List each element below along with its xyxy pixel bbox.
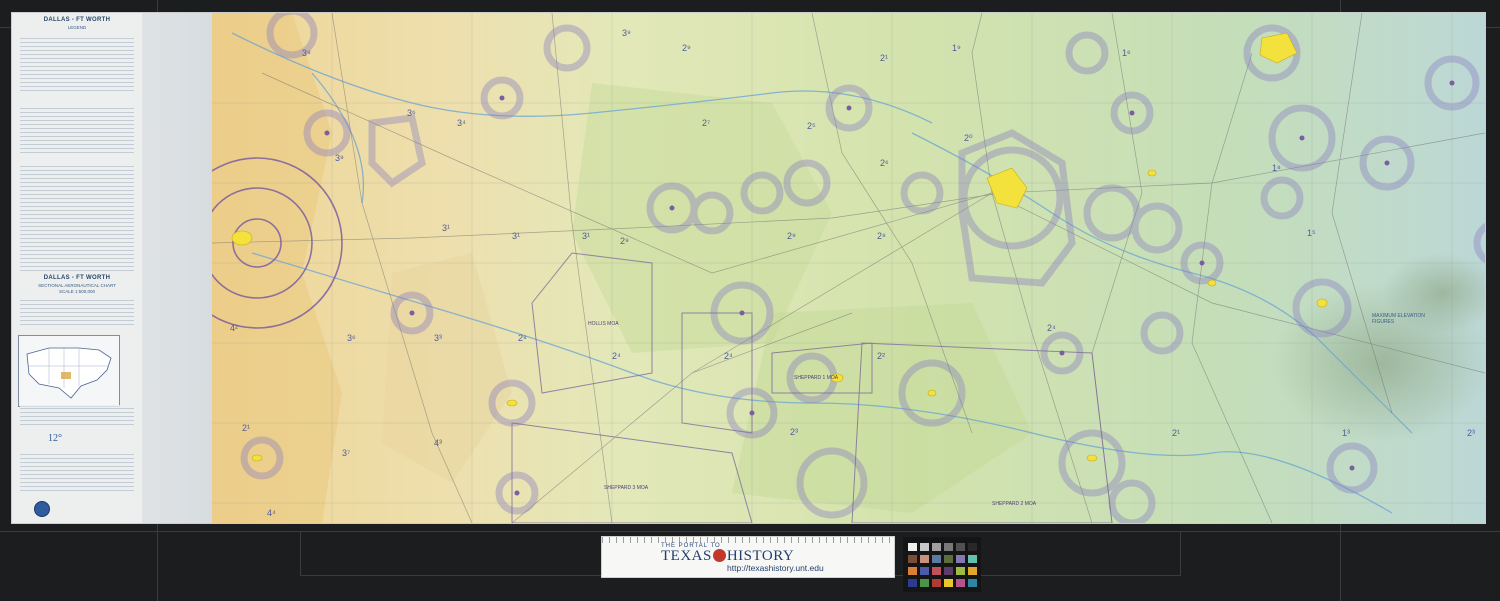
portal-word-history: HISTORY xyxy=(726,548,795,564)
swatch xyxy=(956,579,965,587)
elevation-figure: 2⁹ xyxy=(787,231,796,241)
elevation-figure: 2⁹ xyxy=(620,236,629,246)
swatch xyxy=(944,555,953,563)
chart-scale: SCALE 1:500,000 xyxy=(58,289,96,294)
elevation-figure: 2⁴ xyxy=(724,351,733,361)
moa-label: SHEPPARD 3 MOA xyxy=(604,485,649,491)
legend-symbol-block xyxy=(20,163,134,273)
swatch xyxy=(908,567,917,575)
moa-label: HOLLIS MOA xyxy=(588,321,619,327)
elevation-figure: 1³ xyxy=(1342,428,1351,438)
chart-subtitle: SECTIONAL AERONAUTICAL CHART xyxy=(38,283,116,288)
elevation-figure: 3⁹ xyxy=(622,28,631,38)
swatch xyxy=(944,579,953,587)
elevation-figure: 3⁶ xyxy=(407,108,416,118)
sectional-map: HOLLIS MOA SHEPPARD 2 MOA SHEPPARD 1 MOA… xyxy=(212,13,1485,523)
chart-title: DALLAS - FT WORTH xyxy=(43,275,111,281)
elevation-figure: 2⁸ xyxy=(877,231,886,241)
legend-symbol-block xyxy=(20,451,134,493)
legend-symbol-block xyxy=(20,405,134,427)
swatch xyxy=(956,567,965,575)
elevation-figure: 2⁰ xyxy=(964,133,973,143)
elevation-figure: 3¹ xyxy=(512,231,521,241)
swatch xyxy=(944,543,953,551)
legend-panel: DALLAS - FT WORTH LEGEND DALLAS - FT WOR… xyxy=(12,13,143,523)
elevation-figure: 3⁷ xyxy=(342,448,351,458)
swatch xyxy=(968,555,977,563)
swatch xyxy=(956,543,965,551)
elevation-figure: 4² xyxy=(230,323,239,333)
legend-symbol-block xyxy=(20,297,134,325)
elevation-figure: 2⁶ xyxy=(880,158,889,168)
legend-symbol-block xyxy=(20,35,134,93)
legend-symbol-block xyxy=(20,105,134,155)
elevation-figure: 2¹ xyxy=(1172,428,1181,438)
swatch xyxy=(932,555,941,563)
elevation-figure: 1⁹ xyxy=(952,43,961,53)
swatch xyxy=(944,567,953,575)
elevation-figure: 1⁶ xyxy=(1122,48,1131,58)
swatch xyxy=(956,555,965,563)
elevation-figure: 3⁹ xyxy=(335,153,344,163)
moa-label: SHEPPARD 2 MOA xyxy=(992,501,1037,507)
swatch xyxy=(920,555,929,563)
elevation-figure: 4³ xyxy=(434,438,443,448)
elevation-figure: 3¹ xyxy=(442,223,451,233)
elevation-figure: 2⁵ xyxy=(807,121,816,131)
color-calibration-card xyxy=(903,537,981,592)
swatch xyxy=(932,579,941,587)
elevation-figure: 1⁵ xyxy=(1307,228,1316,238)
elevation-figure: 2³ xyxy=(1467,428,1476,438)
elevation-figure: 2⁴ xyxy=(1047,323,1056,333)
legend-title: DALLAS - FT WORTH xyxy=(43,17,111,23)
us-index-map xyxy=(18,335,120,407)
elevation-figure: 2² xyxy=(877,351,886,361)
elevation-figure: 2³ xyxy=(790,427,799,437)
noaa-logo-icon xyxy=(34,501,50,517)
swatch xyxy=(932,567,941,575)
elevation-figure: 3⁶ xyxy=(347,333,356,343)
ruler-ticks xyxy=(602,537,894,543)
legend-subtitle: LEGEND xyxy=(67,25,87,30)
portal-url: http://texashistory.unt.edu xyxy=(727,563,824,573)
terrain-note: MAXIMUM ELEVATION FIGURES xyxy=(1372,313,1425,325)
portal-ruler: THE PORTAL TO TEXAS HISTORY http://texash… xyxy=(601,536,895,578)
elevation-figure: 1⁸ xyxy=(1272,163,1281,173)
swatch xyxy=(908,579,917,587)
elevation-figure: 4⁴ xyxy=(267,508,276,518)
elevation-figure: 2¹ xyxy=(880,53,889,63)
swatch xyxy=(968,543,977,551)
elevation-figure: 3⁴ xyxy=(457,118,466,128)
swatch xyxy=(920,543,929,551)
swatch xyxy=(968,579,977,587)
swatch xyxy=(968,567,977,575)
elevation-figure: 3¹ xyxy=(582,231,591,241)
swatch xyxy=(908,555,917,563)
elevation-figure: 3³ xyxy=(434,333,443,343)
portal-word-texas: TEXAS xyxy=(661,548,712,564)
elevation-figure: 2⁴ xyxy=(612,351,621,361)
swatch xyxy=(920,579,929,587)
elevation-figure: 2⁹ xyxy=(682,43,691,53)
texas-star-icon xyxy=(712,549,726,562)
elevation-figure: 2⁷ xyxy=(702,118,711,128)
moa-label: SHEPPARD 1 MOA xyxy=(794,375,839,381)
swatch xyxy=(908,543,917,551)
elevation-figure: 2⁸ xyxy=(518,333,527,343)
elevation-figure: 3⁸ xyxy=(302,48,311,58)
swatch xyxy=(920,567,929,575)
magnetic-variation: 12° xyxy=(48,433,62,444)
elevation-figure: 2¹ xyxy=(242,423,251,433)
swatch xyxy=(932,543,941,551)
